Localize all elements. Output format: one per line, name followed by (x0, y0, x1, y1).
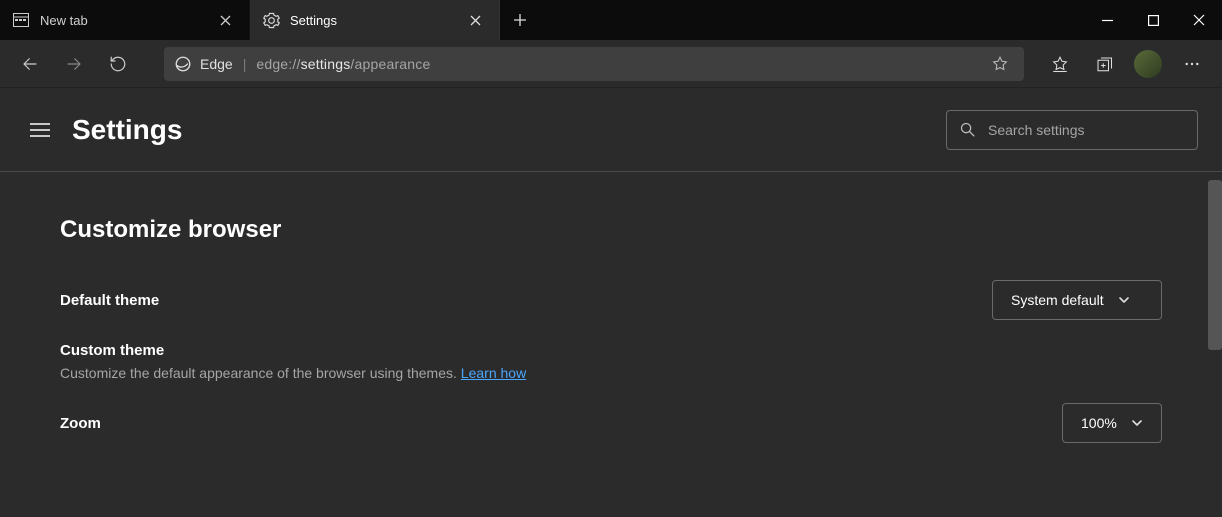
tab-label: Settings (290, 13, 463, 28)
custom-theme-row: Custom theme Customize the default appea… (60, 342, 1162, 381)
zoom-label: Zoom (60, 415, 101, 432)
tab-settings[interactable]: Settings (250, 0, 500, 40)
close-icon[interactable] (463, 8, 487, 32)
chevron-down-icon (1118, 294, 1130, 306)
favorite-star-icon[interactable] (986, 46, 1014, 82)
url-text: edge://settings/appearance (256, 56, 430, 72)
page-title: Settings (72, 114, 182, 146)
zoom-row: Zoom 100% (60, 403, 1162, 443)
new-tab-button[interactable] (500, 0, 540, 40)
forward-button[interactable] (56, 46, 92, 82)
collections-button[interactable] (1086, 46, 1122, 82)
search-settings[interactable] (946, 110, 1198, 150)
settings-header: Settings (0, 88, 1222, 172)
profile-avatar[interactable] (1134, 50, 1162, 78)
site-name: Edge (200, 56, 233, 72)
default-theme-select[interactable]: System default (992, 280, 1162, 320)
search-icon (959, 121, 976, 138)
newtab-page-icon (12, 11, 30, 29)
tab-label: New tab (40, 13, 213, 28)
select-value: System default (1011, 292, 1104, 308)
edge-logo-icon (174, 55, 192, 73)
site-identity[interactable]: Edge (174, 55, 233, 73)
refresh-button[interactable] (100, 46, 136, 82)
zoom-select[interactable]: 100% (1062, 403, 1162, 443)
gear-icon (262, 11, 280, 29)
more-button[interactable] (1174, 46, 1210, 82)
custom-theme-label: Custom theme (60, 342, 526, 359)
learn-how-link[interactable]: Learn how (461, 365, 526, 381)
address-bar[interactable]: Edge | edge://settings/appearance (164, 47, 1024, 81)
section-heading: Customize browser (60, 216, 1162, 244)
back-button[interactable] (12, 46, 48, 82)
custom-theme-desc: Customize the default appearance of the … (60, 365, 526, 381)
close-window-button[interactable] (1176, 0, 1222, 40)
toolbar: Edge | edge://settings/appearance (0, 40, 1222, 88)
menu-button[interactable] (24, 114, 56, 146)
scrollbar-thumb[interactable] (1208, 180, 1222, 350)
title-bar: New tab Settings (0, 0, 1222, 40)
tab-new-tab[interactable]: New tab (0, 0, 250, 40)
search-input[interactable] (988, 122, 1185, 138)
favorites-button[interactable] (1042, 46, 1078, 82)
settings-content: Customize browser Default theme System d… (0, 172, 1222, 517)
minimize-button[interactable] (1084, 0, 1130, 40)
default-theme-row: Default theme System default (60, 280, 1162, 320)
select-value: 100% (1081, 415, 1117, 431)
maximize-button[interactable] (1130, 0, 1176, 40)
window-controls (1084, 0, 1222, 40)
chevron-down-icon (1131, 417, 1143, 429)
close-icon[interactable] (213, 8, 237, 32)
default-theme-label: Default theme (60, 292, 159, 309)
separator: | (243, 56, 247, 72)
